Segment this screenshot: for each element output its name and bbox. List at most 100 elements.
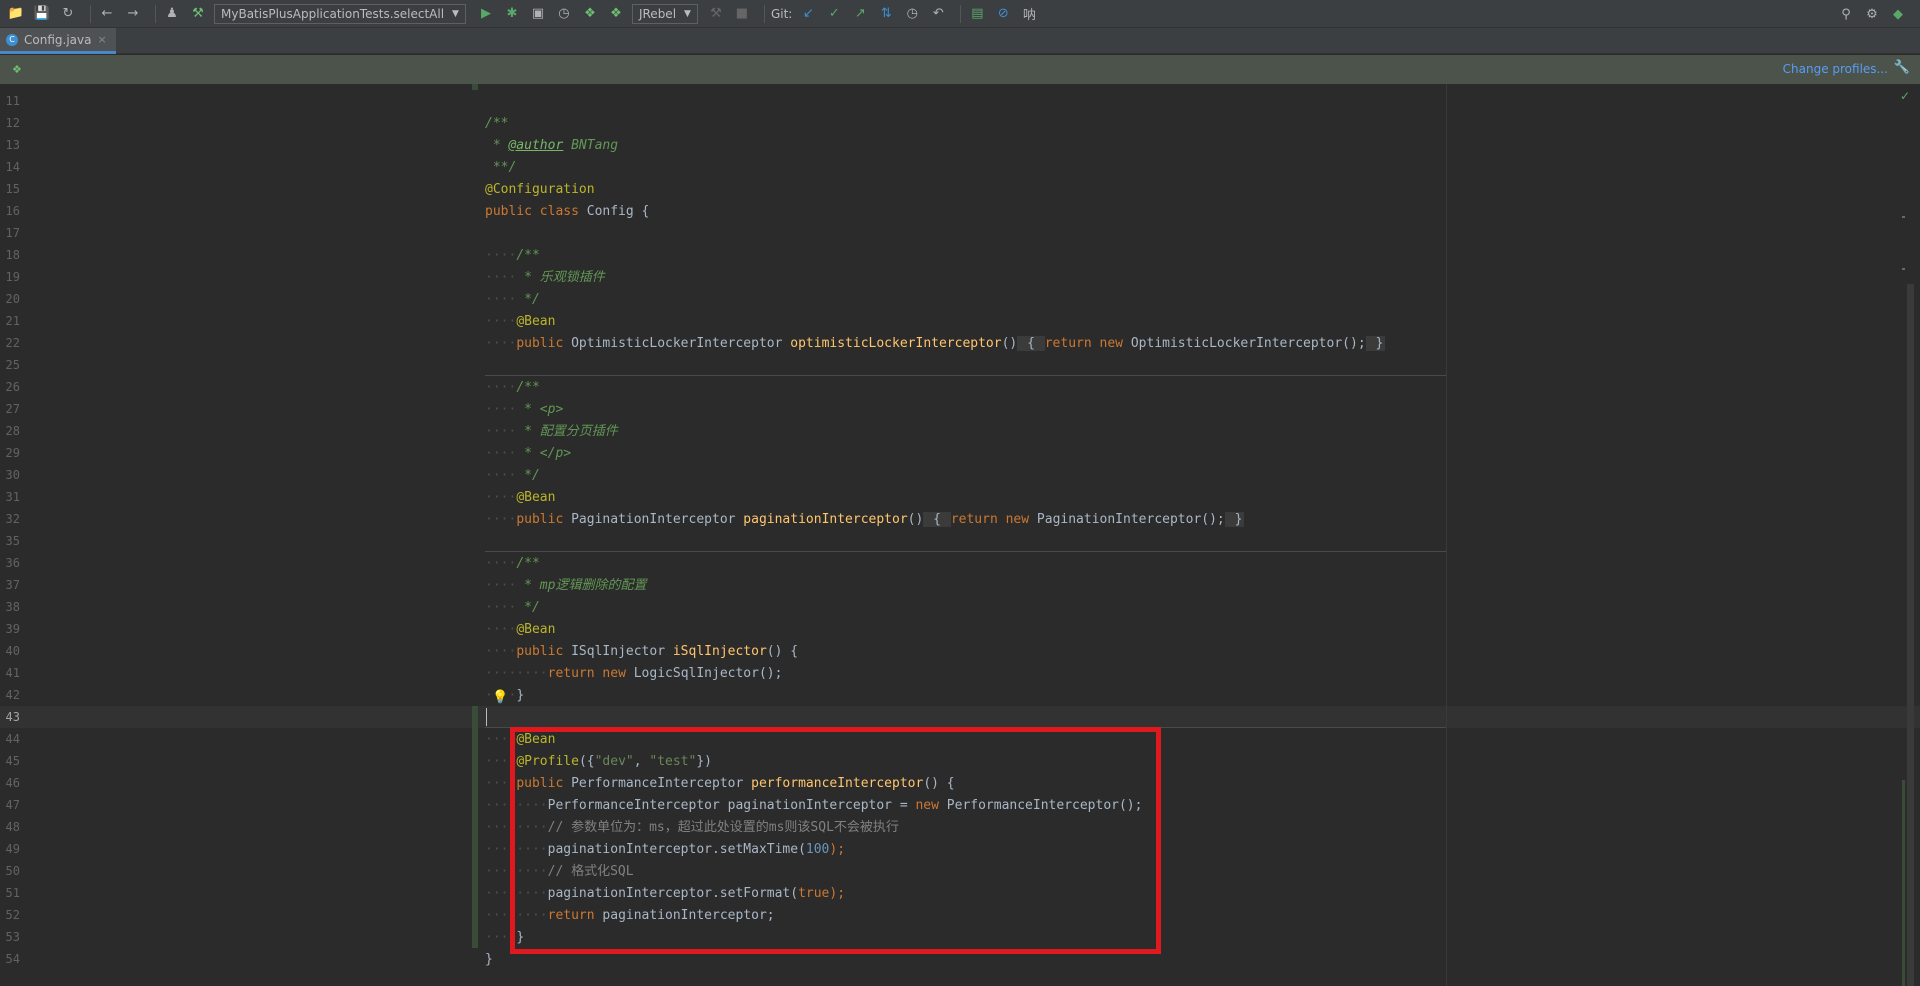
tab-config-java[interactable]: C Config.java ×	[0, 28, 116, 54]
folder-icon[interactable]: 📁	[6, 4, 26, 24]
code-line-40: ····public ISqlInjector iSqlInjector() {	[485, 644, 799, 659]
line-number: 36	[5, 556, 20, 570]
current-line-highlight	[0, 706, 1920, 728]
code-line-16: public class Config {	[485, 201, 649, 223]
scroll-change-marker	[1902, 780, 1905, 986]
keyword: return new	[950, 512, 1030, 527]
jrebel-select[interactable]: JRebel ▼	[631, 3, 698, 24]
parens: ()	[1001, 336, 1018, 351]
code-line-12: /**	[485, 116, 509, 131]
line-number: 14	[5, 160, 20, 174]
parens: ()	[907, 512, 924, 527]
code-editor[interactable]: 11 12 13 14 15 16 17 18 19 20 21 22 25 26 27 28 29 30 31 32…	[0, 84, 1920, 986]
line-number: 20	[5, 292, 20, 306]
line-number: 52	[5, 908, 20, 922]
line-number: 27	[5, 402, 20, 416]
constructor-call: LogicSqlInjector();	[625, 666, 783, 681]
back-icon[interactable]: ←	[97, 4, 117, 24]
coverage-icon[interactable]: ▣	[528, 4, 548, 24]
class-declaration: Config {	[578, 204, 650, 219]
translate-icon[interactable]: 呐	[1019, 4, 1039, 24]
line-number: 22	[5, 336, 20, 350]
chevron-down-icon: ▼	[452, 8, 459, 19]
constructor-call: OptimisticLockerInterceptor();	[1123, 336, 1366, 351]
toolbar-right-group: ⚲ ⚙ ◆	[1836, 4, 1914, 24]
jrebel-debug-icon[interactable]: ❖	[606, 4, 626, 24]
method-name: iSqlInjector	[672, 644, 767, 659]
toolbar-divider	[960, 4, 962, 23]
editor-tab-bar: C Config.java ×	[0, 28, 1920, 54]
line-number: 21	[5, 314, 20, 328]
folded-region[interactable]: {	[923, 512, 951, 527]
line-number: 42	[5, 688, 20, 702]
method-name: optimisticLockerInterceptor	[790, 336, 1002, 351]
stop-icon[interactable]: ■	[732, 4, 752, 24]
annotation: @Bean	[516, 622, 556, 637]
vertical-scrollbar[interactable]	[1907, 284, 1914, 986]
build-icon[interactable]: ⚒	[188, 4, 208, 24]
line-number: 38	[5, 600, 20, 614]
line-number: 48	[5, 820, 20, 834]
wrench-icon[interactable]: 🔧	[1894, 60, 1910, 75]
folded-region[interactable]: }	[1365, 336, 1386, 351]
toolbar-divider	[90, 4, 91, 23]
run-configuration-select[interactable]: MyBatisPlusApplicationTests.selectAll ▼	[214, 3, 466, 24]
close-icon[interactable]: ×	[97, 33, 106, 46]
toolbar-divider	[763, 4, 765, 23]
run-icon[interactable]: ▶	[476, 4, 496, 24]
line-number: 29	[5, 446, 20, 460]
forward-icon[interactable]: →	[123, 4, 143, 24]
type-name: PaginationInterceptor	[563, 512, 744, 527]
search-icon[interactable]: ⚲	[1836, 4, 1856, 24]
constructor-call: PaginationInterceptor();	[1029, 512, 1225, 527]
change-profiles-link[interactable]: Change profiles...	[1783, 62, 1888, 76]
code-line-41: ········return new LogicSqlInjector();	[485, 666, 783, 681]
folded-region[interactable]: {	[1017, 336, 1045, 351]
profile-run-icon[interactable]: ◷	[554, 4, 574, 24]
git-push-icon[interactable]: ↗	[850, 4, 870, 24]
line-number: 16	[5, 204, 20, 218]
method-separator	[485, 551, 1446, 552]
annotation: @Bean	[516, 314, 556, 329]
line-number: 35	[5, 534, 20, 548]
code-line-29: ···· * </p>	[485, 446, 572, 461]
debug-icon[interactable]: ✱	[502, 4, 522, 24]
line-number: 43	[5, 710, 20, 724]
history-icon[interactable]: ◷	[902, 4, 922, 24]
lightbulb-icon[interactable]: 💡	[492, 690, 508, 705]
user-icon[interactable]: ♟	[162, 4, 182, 24]
comment-text: */	[516, 292, 540, 307]
vcs-change-marker	[472, 84, 478, 90]
sync-icon[interactable]: ↻	[58, 4, 78, 24]
line-number: 45	[5, 754, 20, 768]
code-line-26: ····/**	[485, 380, 540, 395]
keyword: public	[516, 644, 564, 659]
git-commit-icon[interactable]: ✓	[824, 4, 844, 24]
method-name: paginationInterceptor	[743, 512, 908, 527]
save-icon[interactable]: 💾	[32, 4, 52, 24]
code-line-36: ····/**	[485, 556, 540, 571]
comment-text: */	[516, 468, 540, 483]
plugin-icon[interactable]: ◆	[1888, 4, 1908, 24]
git-update-icon[interactable]: ↙	[798, 4, 818, 24]
gear-icon[interactable]: ⚙	[1862, 4, 1882, 24]
disable-icon[interactable]: ⊘	[993, 4, 1013, 24]
scroll-marker	[1902, 268, 1905, 270]
line-number: 39	[5, 622, 20, 636]
git-compare-icon[interactable]: ⇅	[876, 4, 896, 24]
javadoc-tag: @author	[508, 138, 564, 153]
code-line-32: ····public PaginationInterceptor paginat…	[485, 512, 1245, 527]
comment-text: */	[516, 600, 540, 615]
comment-text: * </p>	[516, 446, 572, 461]
jrebel-run-icon[interactable]: ❖	[580, 4, 600, 24]
monitor-icon[interactable]: ▤	[967, 4, 987, 24]
check-icon: ✓	[1900, 89, 1911, 103]
code-line-39: ····@Bean	[485, 622, 556, 637]
line-number: 37	[5, 578, 20, 592]
hammer-icon[interactable]: ⚒	[706, 4, 726, 24]
folded-region[interactable]: }	[1224, 512, 1245, 527]
line-number: 41	[5, 666, 20, 680]
text-cursor	[486, 708, 487, 726]
keyword: public class	[485, 204, 579, 219]
rollback-icon[interactable]: ↶	[928, 4, 948, 24]
